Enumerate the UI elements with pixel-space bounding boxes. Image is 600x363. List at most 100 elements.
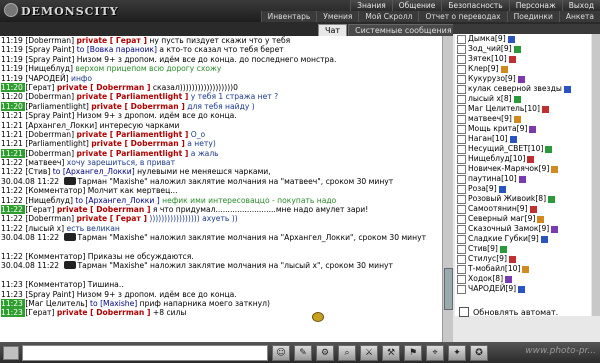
user-list-item[interactable]: ЧАРОДЕЙ [9] <box>455 284 591 294</box>
tool-button[interactable]: ⚒ <box>382 345 400 361</box>
menu-communication[interactable]: Общение <box>391 0 442 11</box>
user-name[interactable]: Самоотянин <box>468 204 517 214</box>
chat-sender[interactable]: [Doberrman] <box>25 36 76 45</box>
menu-transfer-report[interactable]: Отчет о переводах <box>418 11 507 22</box>
user-name[interactable]: Сладкие Губки <box>468 234 528 244</box>
user-list-item[interactable]: Кукурузо [9] <box>455 74 591 84</box>
chat-sender[interactable]: [лысый х] <box>25 224 66 233</box>
user-select-checkbox[interactable] <box>457 224 466 234</box>
chat-sender[interactable]: [Комментатор] <box>25 186 87 195</box>
user-select-checkbox[interactable] <box>457 64 466 74</box>
menu-exit[interactable]: Выход <box>561 0 600 11</box>
auto-refresh-checkbox[interactable] <box>459 307 469 317</box>
user-list-item[interactable]: паутина [10] <box>455 174 591 184</box>
menu-character[interactable]: Персонаж <box>508 0 562 11</box>
menu-knowledge[interactable]: Знания <box>350 0 392 11</box>
chat-sender[interactable]: [Комментатор] <box>25 280 87 289</box>
user-list-item[interactable]: Ходок [8] <box>455 274 591 284</box>
chat-private-target[interactable]: private [ Parliamentlight ] <box>76 92 188 101</box>
chat-to-target[interactable]: to [Maxishe] <box>90 299 137 308</box>
user-select-checkbox[interactable] <box>457 44 466 54</box>
user-name[interactable]: Сказочный Замок <box>468 224 539 234</box>
user-list-item[interactable]: Розовый Живоиk [8] <box>455 194 591 204</box>
menu-profile[interactable]: Анкета <box>558 11 600 22</box>
user-name[interactable]: лысый х <box>468 94 501 104</box>
user-list-item[interactable]: кулак северной звезды <box>455 84 591 94</box>
move-button[interactable]: ✦ <box>448 345 466 361</box>
chat-to-target[interactable]: to [Архангел_Локки ] <box>75 196 159 205</box>
chat-sender[interactable]: [Герат] <box>25 83 57 92</box>
chat-sender[interactable]: [Нищеблуд] <box>25 64 75 73</box>
user-select-checkbox[interactable] <box>457 74 466 84</box>
chat-sender[interactable]: [Комментатор] <box>25 252 87 261</box>
user-select-checkbox[interactable] <box>457 204 466 214</box>
menu-security[interactable]: Безопасность <box>441 0 509 11</box>
user-select-checkbox[interactable] <box>457 234 466 244</box>
chat-sender[interactable]: [Parliamentlight] <box>25 139 91 148</box>
chat-input[interactable] <box>22 345 268 361</box>
menu-my-scroll[interactable]: Мой Скролл <box>358 11 419 22</box>
user-name[interactable]: паутина <box>468 174 501 184</box>
user-list-item[interactable]: Стилус [9] <box>455 254 591 264</box>
chat-sender[interactable]: [матвееч] <box>25 158 66 167</box>
user-name[interactable]: Наган <box>468 134 492 144</box>
user-name[interactable]: Мощь крита <box>468 124 517 134</box>
chat-private-target[interactable]: private [ Doberrman ] <box>57 83 151 92</box>
chat-sender[interactable]: [Doberrman] <box>25 92 76 101</box>
user-select-checkbox[interactable] <box>457 244 466 254</box>
user-select-checkbox[interactable] <box>457 144 466 154</box>
user-name[interactable]: Новичек-Марячок <box>468 164 539 174</box>
users-scrollbar[interactable] <box>592 34 600 316</box>
user-select-checkbox[interactable] <box>457 174 466 184</box>
user-name[interactable]: Зятек <box>468 54 491 64</box>
chat-scroll-thumb[interactable] <box>444 268 453 310</box>
user-list-item[interactable]: Стив [9] <box>455 244 591 254</box>
menu-skills[interactable]: Умения <box>316 11 359 22</box>
user-list-item[interactable]: Самоотянин [9] <box>455 204 591 214</box>
chat-private-target[interactable]: private [ Doberrman ] <box>57 308 151 317</box>
user-list-item[interactable]: Зятек [10] <box>455 54 591 64</box>
user-select-checkbox[interactable] <box>457 34 466 44</box>
user-list-item[interactable]: Наган [10] <box>455 134 591 144</box>
user-list-item[interactable]: Зод_чий [9] <box>455 44 591 54</box>
user-name[interactable]: матвееч <box>468 114 501 124</box>
chat-sender[interactable]: [ЧАРОДЕЙ] <box>25 74 71 83</box>
user-name[interactable]: Розовый Живоиk <box>468 194 535 204</box>
user-select-checkbox[interactable] <box>457 154 466 164</box>
chat-private-target[interactable]: private [ Герат ] <box>76 36 146 45</box>
user-name[interactable]: Северный маг <box>468 214 525 224</box>
tab-chat[interactable]: Чат <box>318 24 348 36</box>
chat-to-target[interactable]: to [Вовка параноик] <box>77 45 157 54</box>
user-select-checkbox[interactable] <box>457 274 466 284</box>
user-select-checkbox[interactable] <box>457 264 466 274</box>
fight-button[interactable]: ✪ <box>470 345 488 361</box>
user-name[interactable]: Нищеблуд <box>468 154 510 164</box>
user-select-checkbox[interactable] <box>457 84 466 94</box>
chat-private-target[interactable]: private [ Doberrman ] <box>91 139 185 148</box>
user-select-checkbox[interactable] <box>457 54 466 64</box>
chat-private-target[interactable]: private [ Parliamentlight ] <box>76 149 188 158</box>
chat-sender[interactable]: [Doberrman] <box>25 130 76 139</box>
user-name[interactable]: Т-мобайл <box>468 264 505 274</box>
attack-button[interactable]: ⚔ <box>360 345 378 361</box>
chat-sender[interactable]: [Spray Paint] <box>25 45 76 54</box>
user-name[interactable]: Маг Целитель <box>468 104 524 114</box>
chat-sender[interactable]: [Нищеблуд] <box>25 196 75 205</box>
user-select-checkbox[interactable] <box>457 254 466 264</box>
user-name[interactable]: ЧАРОДЕЙ <box>468 284 505 294</box>
user-list-item[interactable]: Клер [9] <box>455 64 591 74</box>
chat-sender[interactable]: [Spray Paint] <box>25 290 76 299</box>
chat-sender[interactable]: [Герат] <box>25 205 57 214</box>
user-select-checkbox[interactable] <box>457 214 466 224</box>
chat-sender[interactable]: [Стив] <box>25 167 52 176</box>
user-name[interactable]: Роза <box>468 184 486 194</box>
chat-private-target[interactable]: private [ Doberrman ] <box>57 205 151 214</box>
user-list-item[interactable]: лысый х [8] <box>455 94 591 104</box>
user-list-item[interactable]: Мощь крита [9] <box>455 124 591 134</box>
chat-sender[interactable]: [Герат] <box>25 308 57 317</box>
clear-button[interactable] <box>3 346 19 360</box>
filter-button[interactable]: ⚙ <box>316 345 334 361</box>
user-list-item[interactable]: Несущий_СВЕТ [10] <box>455 144 591 154</box>
user-name[interactable]: кулак северной звезды <box>468 84 562 94</box>
user-name[interactable]: Стив <box>468 244 487 254</box>
